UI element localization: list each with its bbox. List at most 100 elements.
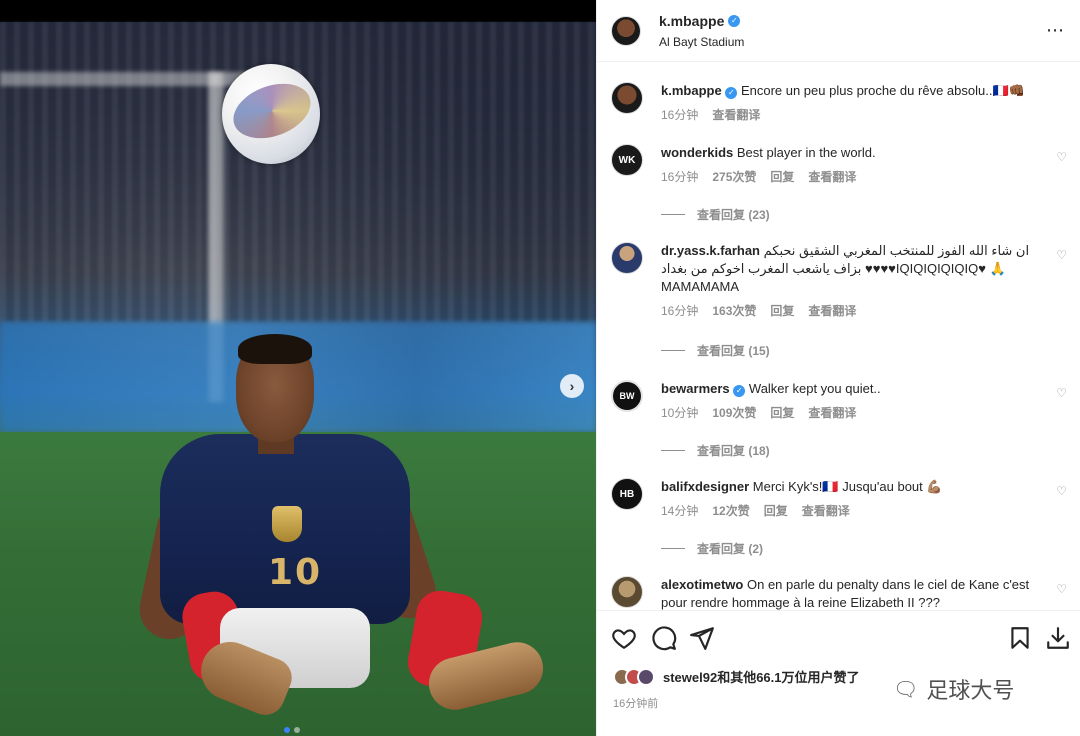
view-replies-text: 查看回复 (18) <box>697 444 770 458</box>
save-bookmark-icon[interactable] <box>1007 625 1033 651</box>
post-actions-bar: stewel92和其他66.1万位用户赞了 16分钟前 🗨 足球大号 <box>597 610 1080 736</box>
view-replies-text: 查看回复 (23) <box>697 208 770 222</box>
caption-meta: 16分钟 查看翻译 <box>661 106 1041 124</box>
comment-avatar[interactable] <box>611 576 643 608</box>
comment-avatar[interactable]: HB <box>611 478 643 510</box>
comment-likes-count[interactable]: 12次赞 <box>712 502 749 520</box>
view-replies-text: 查看回复 (2) <box>697 542 764 556</box>
football <box>222 64 320 164</box>
comment-reply-button[interactable]: 回复 <box>770 168 794 186</box>
replies-line <box>661 450 685 451</box>
watermark-text: 足球大号 <box>926 678 1015 703</box>
likes-first-user[interactable]: stewel92 <box>663 670 717 685</box>
caption-time: 16分钟 <box>661 108 699 122</box>
wechat-icon: 🗨 <box>893 678 919 701</box>
comment-username[interactable]: bewarmers <box>661 381 730 396</box>
replies-line <box>661 214 685 215</box>
caption-body: k.mbappe ✓ Encore un peu plus proche du … <box>661 82 1041 124</box>
author-info: k.mbappe ✓ Al Bayt Stadium <box>659 13 744 49</box>
caption-translate-link[interactable]: 查看翻译 <box>712 106 760 124</box>
next-photo-arrow-icon[interactable]: › <box>560 374 584 398</box>
comment-like-heart-icon[interactable]: ♡ <box>1056 248 1067 262</box>
comment-body: balifxdesigner Merci Kyk's!🇫🇷 Jusqu'au b… <box>661 478 1041 520</box>
comment-body: alexotimetwo On en parle du penalty dans… <box>661 576 1041 610</box>
comment-likes-count[interactable]: 109次赞 <box>712 404 756 422</box>
view-replies-text: 查看回复 (15) <box>697 344 770 358</box>
comment-username[interactable]: wonderkids <box>661 145 733 160</box>
comment-username[interactable]: dr.yass.k.farhan <box>661 243 760 258</box>
comment-text: Merci Kyk's!🇫🇷 Jusqu'au bout 💪🏽 <box>752 479 943 494</box>
share-send-icon[interactable] <box>689 625 715 651</box>
comment-time: 16分钟 <box>661 170 699 184</box>
comment-translate-link[interactable]: 查看翻译 <box>808 404 856 422</box>
post-time: 16分钟前 <box>613 698 659 710</box>
comment-likes-count[interactable]: 275次赞 <box>712 168 756 186</box>
comment-meta: 14分钟 12次赞 回复 查看翻译 <box>661 502 1041 520</box>
view-replies-link[interactable]: 查看回复 (18) <box>661 442 770 459</box>
comment-translate-link[interactable]: 查看翻译 <box>802 502 850 520</box>
carousel-dots <box>284 727 300 733</box>
comment-body: bewarmers ✓ Walker kept you quiet.. 10分钟… <box>661 380 1041 422</box>
comment-reply-button[interactable]: 回复 <box>770 404 794 422</box>
caption-avatar[interactable] <box>611 82 643 114</box>
comment-time: 16分钟 <box>661 304 699 318</box>
comment-translate-link[interactable]: 查看翻译 <box>808 168 856 186</box>
comment-username[interactable]: balifxdesigner <box>661 479 749 494</box>
stadium-stands <box>0 22 596 322</box>
comment-like-heart-icon[interactable]: ♡ <box>1056 150 1067 164</box>
carousel-dot-active <box>284 727 290 733</box>
liker-avatar <box>637 667 655 686</box>
comment-meta: 16分钟 275次赞 回复 查看翻译 <box>661 168 1041 186</box>
caption-text: Encore un peu plus proche du rêve absolu… <box>740 83 1025 98</box>
author-username-row: k.mbappe ✓ <box>659 13 741 29</box>
comment-translate-link[interactable]: 查看翻译 <box>808 302 856 320</box>
comment-text: Walker kept you quiet.. <box>748 381 881 396</box>
comment-like-heart-icon[interactable]: ♡ <box>1056 582 1067 596</box>
comment-meta: 10分钟 109次赞 回复 查看翻译 <box>661 404 1041 422</box>
more-options-icon[interactable]: ⋯ <box>1046 20 1065 41</box>
comment-avatar[interactable]: WK <box>611 144 643 176</box>
comment-reply-button[interactable]: 回复 <box>764 502 788 520</box>
comment-avatar[interactable]: BW <box>611 380 643 412</box>
post-location[interactable]: Al Bayt Stadium <box>659 35 744 49</box>
view-replies-link[interactable]: 查看回复 (23) <box>661 206 770 223</box>
comment-text: Best player in the world. <box>736 145 876 160</box>
comment-username[interactable]: alexotimetwo <box>661 577 743 592</box>
comment-body: dr.yass.k.farhan ان شاء الله الفوز للمنت… <box>661 242 1041 320</box>
comment-like-heart-icon[interactable]: ♡ <box>1056 484 1067 498</box>
verified-badge-icon: ✓ <box>725 87 738 99</box>
replies-line <box>661 350 685 351</box>
view-replies-link[interactable]: 查看回复 (15) <box>661 342 770 359</box>
likes-rest-text[interactable]: 和其他66.1万位用户赞了 <box>717 670 859 685</box>
author-avatar[interactable] <box>611 15 641 46</box>
photo-top-bar <box>0 0 596 22</box>
verified-badge-icon: ✓ <box>733 385 746 397</box>
comment-bubble-icon[interactable] <box>651 625 677 651</box>
comment-reply-button[interactable]: 回复 <box>770 302 794 320</box>
like-heart-icon[interactable] <box>611 625 637 651</box>
view-replies-link[interactable]: 查看回复 (2) <box>661 540 763 557</box>
post-photo[interactable]: 10 › <box>0 0 596 736</box>
author-username[interactable]: k.mbappe <box>659 13 724 29</box>
player-figure: 10 <box>134 330 560 721</box>
comment-body: wonderkids Best player in the world. 16分… <box>661 144 1041 186</box>
player-shirt-number: 10 <box>268 552 323 593</box>
likes-text: stewel92和其他66.1万位用户赞了 <box>663 667 860 686</box>
comment-avatar[interactable] <box>611 242 643 274</box>
player-hair <box>238 334 312 364</box>
comment-time: 14分钟 <box>661 504 699 518</box>
comment-like-heart-icon[interactable]: ♡ <box>1056 386 1067 400</box>
caption-username[interactable]: k.mbappe <box>661 83 722 98</box>
watermark: 🗨 足球大号 <box>893 673 1014 705</box>
post-side-panel: k.mbappe ✓ Al Bayt Stadium ⋯ k.mbappe ✓ … <box>596 0 1080 736</box>
player-crest <box>272 506 302 542</box>
likes-summary[interactable]: stewel92和其他66.1万位用户赞了 <box>613 667 860 686</box>
carousel-dot <box>294 727 300 733</box>
comments-list[interactable]: k.mbappe ✓ Encore un peu plus proche du … <box>597 62 1080 610</box>
post-header: k.mbappe ✓ Al Bayt Stadium ⋯ <box>597 0 1080 62</box>
comment-meta: 16分钟 163次赞 回复 查看翻译 <box>661 302 1041 320</box>
comment-time: 10分钟 <box>661 406 699 420</box>
comment-likes-count[interactable]: 163次赞 <box>712 302 756 320</box>
download-icon[interactable] <box>1045 625 1071 651</box>
verified-badge-icon: ✓ <box>728 14 741 27</box>
